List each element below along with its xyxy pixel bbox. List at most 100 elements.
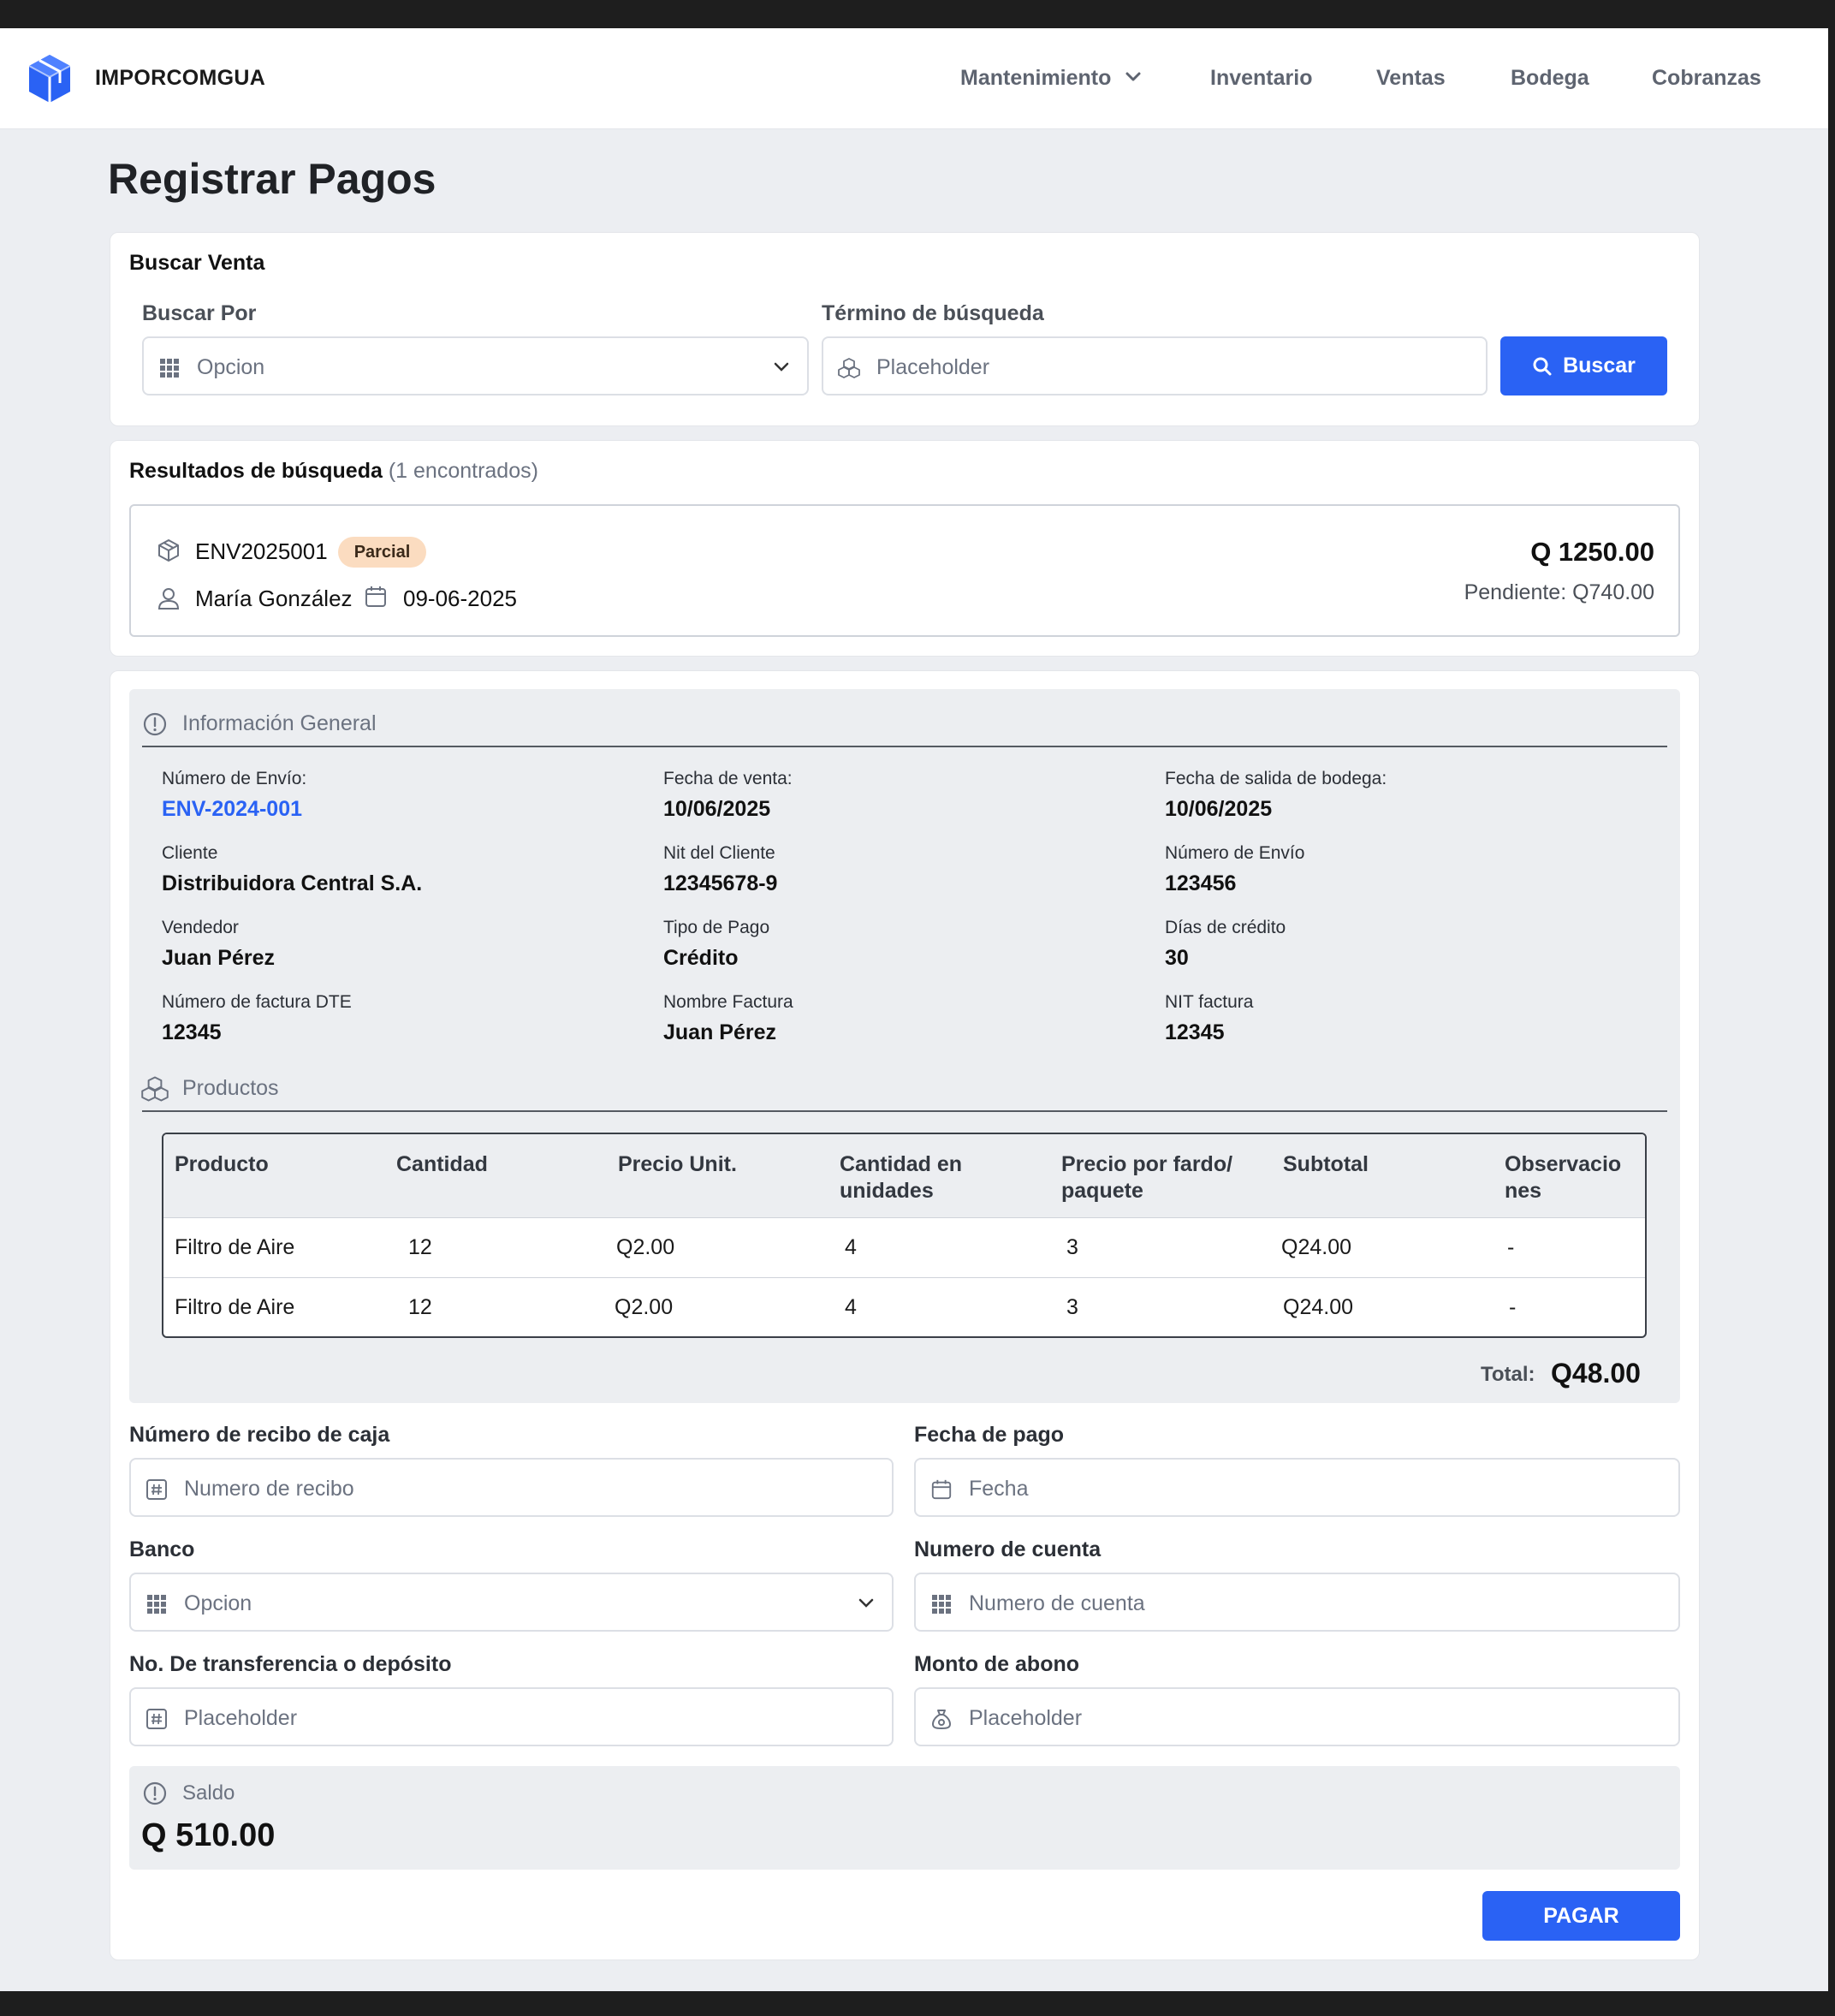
info-label: Número de Envío [1165,843,1305,863]
transfer-placeholder: Placeholder [184,1706,298,1730]
info-label: Fecha de salida de bodega: [1165,769,1387,788]
table-cell: Q24.00 [1281,1235,1352,1259]
column-header: Observaciones [1505,1152,1622,1203]
grid-icon [932,1595,951,1614]
table-cell: 4 [845,1295,857,1319]
search-card: Buscar Venta Buscar Por Opcion Término d… [110,232,1700,426]
result-date: 09-06-2025 [403,586,517,611]
payment-date-label: Fecha de pago [914,1423,1065,1447]
result-pending: Pendiente: Q740.00 [1464,580,1654,604]
bank-select[interactable]: Opcion [129,1573,894,1632]
table-row: Filtro de Aire 12 Q2.00 4 3 Q24.00 - [163,1278,1645,1336]
result-code: ENV2025001 [195,538,328,564]
receipt-input[interactable]: Numero de recibo [129,1458,894,1517]
search-by-select[interactable]: Opcion [142,336,809,395]
account-input[interactable]: Numero de cuenta [914,1573,1680,1632]
user-icon [157,588,180,610]
pay-button-label: PAGAR [1543,1903,1619,1928]
navbar: IMPORCOMGUA Mantenimiento Inventario Ven… [0,28,1828,129]
payment-date-input[interactable]: Fecha [914,1458,1680,1517]
info-value: Juan Pérez [663,1020,777,1044]
table-cell: Filtro de Aire [175,1295,295,1319]
info-value: 12345 [162,1020,222,1044]
table-cell: - [1507,1235,1515,1259]
info-label: Nit del Cliente [663,843,775,863]
calendar-icon [365,586,386,607]
info-icon [143,1781,167,1805]
products-table: Producto Cantidad Precio Unit. Cantidad … [162,1133,1647,1338]
hash-icon [146,1709,167,1729]
nav-mantenimiento[interactable]: Mantenimiento [960,66,1111,91]
search-card-title: Buscar Venta [129,251,265,275]
info-value: Crédito [663,946,739,970]
section-divider [142,746,1667,747]
search-term-input[interactable]: Placeholder [822,336,1488,395]
info-value: 123456 [1165,871,1237,895]
info-value: Distribuidora Central S.A. [162,871,423,895]
info-label: Días de crédito [1165,918,1286,937]
account-placeholder: Numero de cuenta [969,1591,1145,1615]
shipment-number-link[interactable]: ENV-2024-001 [162,797,302,822]
package-icon [158,539,179,562]
column-header: Cantidad [396,1152,488,1176]
info-value: 12345 [1165,1020,1225,1044]
grid-icon [160,359,179,378]
page-title: Registrar Pagos [108,155,436,203]
window-bottom-bar [0,1991,1835,2016]
table-cell: 4 [845,1235,857,1259]
column-header: Precio por fardo/ paquete [1061,1152,1233,1203]
info-value: 10/06/2025 [1165,797,1273,821]
amount-input[interactable]: Placeholder [914,1687,1680,1746]
info-label: Nombre Factura [663,992,793,1012]
info-label: Vendedor [162,918,239,937]
table-cell: 12 [408,1235,432,1259]
search-term-label: Término de búsqueda [822,301,1044,325]
amount-label: Monto de abono [914,1652,1080,1676]
info-value: Juan Pérez [162,946,276,970]
calendar-icon [931,1479,952,1500]
saldo-label: Saldo [182,1781,235,1805]
result-client: María González [195,586,353,611]
pay-button[interactable]: PAGAR [1482,1891,1680,1941]
nav-bodega[interactable]: Bodega [1511,66,1589,91]
info-label: NIT factura [1165,992,1254,1012]
total-label: Total: [1481,1363,1535,1386]
table-cell: Q2.00 [616,1235,675,1259]
section-divider [142,1110,1667,1112]
boxes-icon [838,358,860,378]
result-item[interactable]: ENV2025001 Parcial María González 09-06-… [129,504,1680,637]
search-by-value: Opcion [197,355,265,379]
table-header: Producto Cantidad Precio Unit. Cantidad … [163,1134,1645,1218]
column-header: Subtotal [1283,1152,1369,1176]
saldo-value: Q 510.00 [141,1817,276,1853]
transfer-label: No. De transferencia o depósito [129,1652,452,1676]
info-label: Tipo de Pago [663,918,770,937]
chevron-down-icon[interactable] [1124,71,1143,83]
nav-ventas[interactable]: Ventas [1376,66,1446,91]
money-bag-icon [932,1710,951,1729]
boxes-icon [141,1076,169,1102]
column-header: Producto [175,1152,269,1176]
results-title-text: Resultados de búsqueda [129,459,383,483]
info-label: Número de Envío: [162,769,307,788]
table-cell: 3 [1066,1235,1078,1259]
nav-cobranzas[interactable]: Cobranzas [1652,66,1761,91]
search-by-label: Buscar Por [142,301,257,325]
account-label: Numero de cuenta [914,1537,1102,1561]
search-button-label: Buscar [1563,354,1636,378]
window-top-bar [0,0,1835,28]
receipt-placeholder: Numero de recibo [184,1477,354,1501]
info-label: Número de factura DTE [162,992,352,1012]
window-right-edge [1828,28,1835,1991]
info-icon [143,712,167,736]
table-row: Filtro de Aire 12 Q2.00 4 3 Q24.00 - [163,1218,1645,1278]
payment-date-placeholder: Fecha [969,1477,1029,1501]
grid-icon [147,1595,166,1614]
transfer-input[interactable]: Placeholder [129,1687,894,1746]
search-button[interactable]: Buscar [1500,336,1667,395]
info-value: 12345678-9 [663,871,778,895]
nav-inventario[interactable]: Inventario [1210,66,1312,91]
table-cell: Filtro de Aire [175,1235,295,1259]
table-cell: 3 [1066,1295,1078,1319]
info-label: Cliente [162,843,218,863]
